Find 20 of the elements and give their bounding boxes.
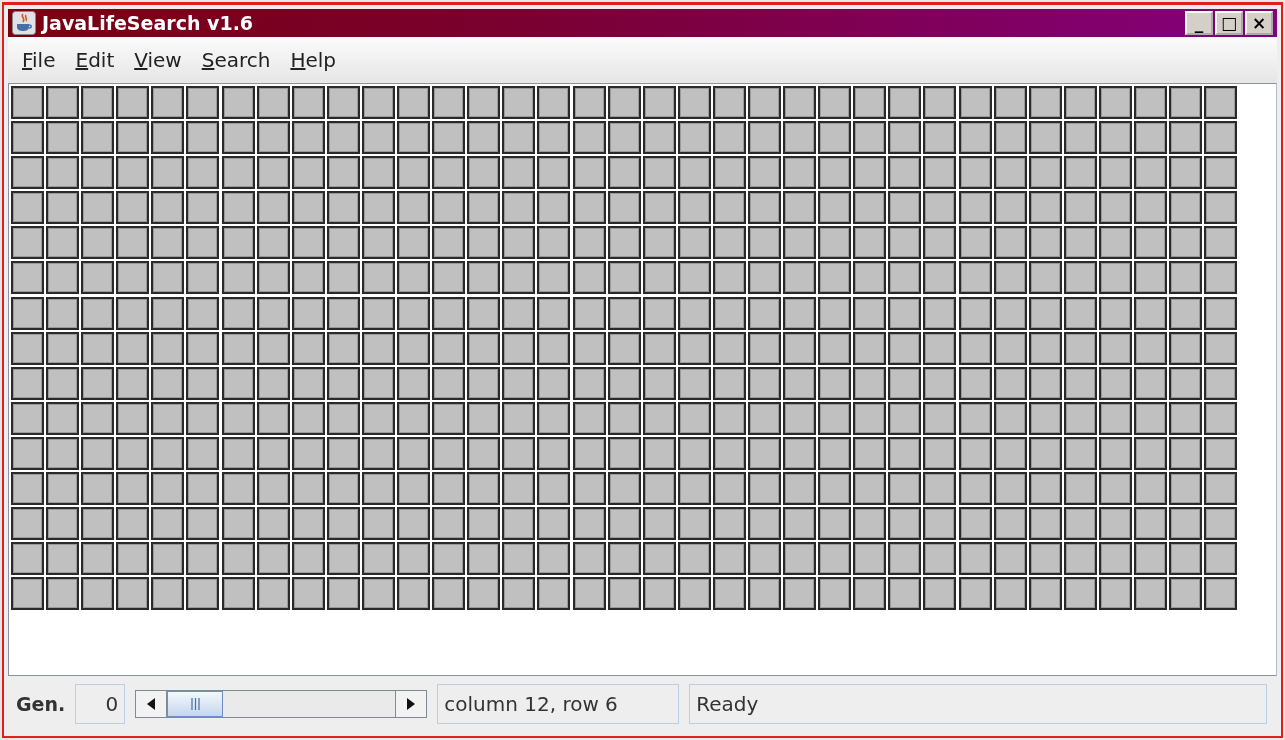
menu-item[interactable]: Edit <box>67 45 123 75</box>
status-message: Ready <box>689 684 1267 724</box>
generation-label: Gen. <box>16 691 66 717</box>
coffee-cup-icon <box>12 11 36 35</box>
scroll-left-button[interactable] <box>136 691 167 717</box>
maximize-button[interactable]: □ <box>1215 11 1243 35</box>
scroll-thumb[interactable] <box>167 691 224 717</box>
left-arrow-icon <box>147 698 156 710</box>
generation-scrollbar[interactable] <box>135 690 428 718</box>
window-title: JavaLifeSearch v1.6 <box>42 10 254 36</box>
generation-field: 0 <box>75 684 126 724</box>
menu-item[interactable]: Help <box>282 45 344 75</box>
right-arrow-icon <box>407 698 416 710</box>
close-button[interactable]: × <box>1245 11 1273 35</box>
menu-item[interactable]: File <box>14 45 64 75</box>
menu-item[interactable]: View <box>126 45 190 75</box>
position-status: column 12, row 6 <box>437 684 680 724</box>
minimize-button[interactable]: _ <box>1185 11 1213 35</box>
menu-item[interactable]: Search <box>193 45 279 75</box>
scroll-right-button[interactable] <box>396 691 427 717</box>
